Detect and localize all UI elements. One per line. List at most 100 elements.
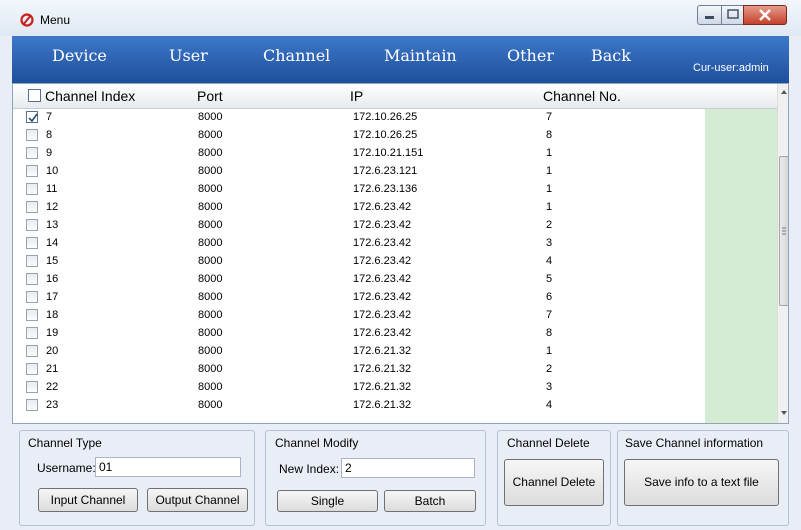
table-row[interactable]: 9 8000 172.10.21.151 1 (13, 145, 777, 162)
username-field[interactable] (95, 457, 241, 477)
row-checkbox[interactable] (26, 111, 38, 123)
scrollbar-thumb[interactable] (779, 156, 788, 306)
table-row[interactable]: 21 8000 172.6.21.32 2 (13, 361, 777, 378)
row-checkbox[interactable] (26, 183, 38, 195)
cell-channel-no: 6 (546, 291, 553, 303)
new-index-field[interactable] (341, 458, 475, 478)
row-checkbox[interactable] (26, 291, 38, 303)
cell-index: 17 (46, 291, 59, 303)
cell-channel-no: 8 (546, 327, 553, 339)
table-row[interactable]: 20 8000 172.6.21.32 1 (13, 343, 777, 360)
cell-channel-no: 7 (546, 309, 553, 321)
cell-ip: 172.6.23.42 (353, 291, 412, 303)
input-channel-button[interactable]: Input Channel (38, 488, 138, 512)
table-row[interactable]: 16 8000 172.6.23.42 5 (13, 271, 777, 288)
channel-type-title: Channel Type (26, 436, 104, 450)
row-checkbox[interactable] (26, 129, 38, 141)
cell-ip: 172.10.21.151 (353, 147, 424, 159)
table-row[interactable]: 7 8000 172.10.26.25 7 (13, 109, 777, 126)
cell-port: 8000 (198, 219, 223, 231)
header-channel-no[interactable]: Channel No. (543, 88, 621, 104)
row-checkbox[interactable] (26, 255, 38, 267)
table-row[interactable]: 23 8000 172.6.21.32 4 (13, 397, 777, 414)
cell-channel-no: 7 (546, 111, 553, 123)
menu-other[interactable]: Other (507, 46, 554, 65)
cell-channel-no: 4 (546, 255, 553, 267)
row-checkbox[interactable] (26, 147, 38, 159)
cell-channel-no: 3 (546, 237, 553, 249)
app-icon (20, 13, 34, 27)
cell-port: 8000 (198, 345, 223, 357)
row-checkbox[interactable] (26, 363, 38, 375)
save-info-button[interactable]: Save info to a text file (624, 459, 779, 506)
cell-port: 8000 (198, 363, 223, 375)
table-row[interactable]: 13 8000 172.6.23.42 2 (13, 217, 777, 234)
output-channel-button[interactable]: Output Channel (147, 488, 248, 512)
row-checkbox[interactable] (26, 381, 38, 393)
cell-ip: 172.6.23.136 (353, 183, 418, 195)
table-row[interactable]: 11 8000 172.6.23.136 1 (13, 181, 777, 198)
scroll-down-icon[interactable] (778, 405, 789, 421)
row-checkbox[interactable] (26, 345, 38, 357)
table-row[interactable]: 10 8000 172.6.23.121 1 (13, 163, 777, 180)
header-port[interactable]: Port (197, 88, 223, 104)
menu-maintain[interactable]: Maintain (384, 46, 457, 65)
cell-channel-no: 5 (546, 273, 553, 285)
cell-port: 8000 (198, 147, 223, 159)
vertical-scrollbar[interactable] (777, 84, 789, 423)
cell-channel-no: 3 (546, 381, 553, 393)
cell-port: 8000 (198, 201, 223, 213)
row-checkbox[interactable] (26, 273, 38, 285)
row-checkbox[interactable] (26, 327, 38, 339)
cell-ip: 172.10.26.25 (353, 111, 418, 123)
cell-port: 8000 (198, 183, 223, 195)
cell-index: 18 (46, 309, 59, 321)
minimize-button[interactable] (697, 5, 723, 25)
table-row[interactable]: 12 8000 172.6.23.42 1 (13, 199, 777, 216)
table-row[interactable]: 18 8000 172.6.23.42 7 (13, 307, 777, 324)
table-row[interactable]: 14 8000 172.6.23.42 3 (13, 235, 777, 252)
cell-index: 21 (46, 363, 59, 375)
cell-ip: 172.6.23.42 (353, 219, 412, 231)
title-bar: Menu (0, 0, 801, 36)
header-ip[interactable]: IP (350, 88, 363, 104)
select-all-checkbox[interactable] (28, 89, 41, 102)
cell-port: 8000 (198, 129, 223, 141)
row-checkbox[interactable] (26, 165, 38, 177)
row-checkbox[interactable] (26, 237, 38, 249)
row-checkbox[interactable] (26, 399, 38, 411)
cell-index: 9 (46, 147, 53, 159)
checkmark-icon (28, 113, 38, 123)
menu-user[interactable]: User (169, 46, 208, 65)
cell-channel-no: 1 (546, 183, 553, 195)
single-button[interactable]: Single (277, 490, 378, 512)
close-button[interactable] (743, 5, 787, 25)
row-checkbox[interactable] (26, 219, 38, 231)
table-row[interactable]: 19 8000 172.6.23.42 8 (13, 325, 777, 342)
cell-index: 7 (46, 111, 53, 123)
cell-port: 8000 (198, 255, 223, 267)
scroll-up-icon[interactable] (778, 84, 789, 100)
table-row[interactable]: 15 8000 172.6.23.42 4 (13, 253, 777, 270)
channel-delete-title: Channel Delete (505, 436, 592, 450)
channel-delete-button[interactable]: Channel Delete (504, 459, 604, 506)
maximize-button[interactable] (721, 5, 745, 25)
row-checkbox[interactable] (26, 309, 38, 321)
cell-ip: 172.6.23.42 (353, 201, 412, 213)
menu-channel[interactable]: Channel (263, 46, 330, 65)
cell-ip: 172.6.23.121 (353, 165, 418, 177)
table-row[interactable]: 8 8000 172.10.26.25 8 (13, 127, 777, 144)
table-row[interactable]: 17 8000 172.6.23.42 6 (13, 289, 777, 306)
menu-device[interactable]: Device (52, 46, 107, 65)
header-channel-index[interactable]: Channel Index (45, 88, 135, 104)
table-row[interactable]: 22 8000 172.6.21.32 3 (13, 379, 777, 396)
cell-port: 8000 (198, 327, 223, 339)
window-title: Menu (40, 13, 71, 27)
menu-back[interactable]: Back (591, 46, 631, 65)
cell-port: 8000 (198, 237, 223, 249)
cell-ip: 172.6.23.42 (353, 237, 412, 249)
cell-ip: 172.6.23.42 (353, 273, 412, 285)
row-checkbox[interactable] (26, 201, 38, 213)
batch-button[interactable]: Batch (384, 490, 476, 512)
cell-ip: 172.6.23.42 (353, 255, 412, 267)
